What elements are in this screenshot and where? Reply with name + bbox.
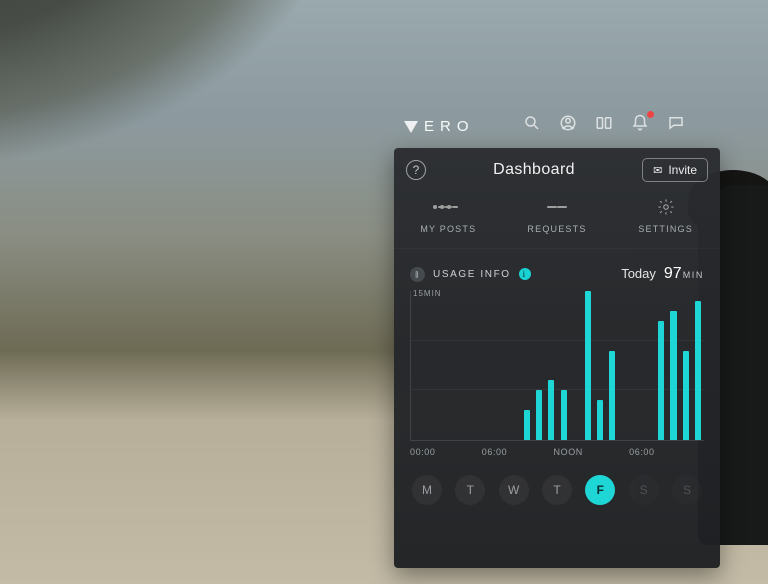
chart-bar (609, 351, 615, 440)
app-logo: ERO (404, 118, 475, 135)
search-icon[interactable] (522, 113, 542, 133)
day-picker: MTWTFSS (394, 461, 720, 505)
day-wed[interactable]: W (499, 475, 529, 505)
chart-icon: ⫾ (410, 267, 425, 282)
day-mon[interactable]: M (412, 475, 442, 505)
today-value: 97 (664, 265, 682, 282)
help-icon[interactable]: ? (406, 160, 426, 180)
chart-bar (561, 390, 567, 440)
chart-bar (597, 400, 603, 440)
day-thu[interactable]: T (542, 475, 572, 505)
invite-label: Invite (668, 163, 697, 177)
envelope-icon: ✉ (653, 164, 662, 177)
chart-bar (548, 380, 554, 440)
info-icon[interactable]: i (519, 268, 531, 280)
tab-label: REQUESTS (527, 224, 586, 234)
dashboard-tabs: MY POSTS REQUESTS SETTINGS (394, 190, 720, 249)
x-axis: 00:00 06:00 NOON 06:00 . (410, 447, 704, 457)
chart-bar (536, 390, 542, 440)
chart-bar (695, 301, 701, 440)
chat-icon[interactable] (666, 113, 686, 133)
day-sun[interactable]: S (672, 475, 702, 505)
invite-button[interactable]: ✉ Invite (642, 158, 708, 182)
usage-info-row: ⫾ USAGE INFO i Today 97MIN (394, 249, 720, 283)
profile-icon[interactable] (558, 113, 578, 133)
gear-icon (656, 198, 676, 216)
usage-today: Today 97MIN (621, 265, 704, 283)
day-sat[interactable]: S (629, 475, 659, 505)
logo-mark-icon (404, 121, 418, 133)
x-tick: NOON (554, 447, 583, 457)
sliders-icon (547, 198, 567, 216)
top-nav-icons (522, 113, 686, 133)
logo-text: ERO (424, 118, 475, 135)
tab-my-posts[interactable]: MY POSTS (395, 198, 503, 234)
chart-bar (670, 311, 676, 440)
chart-bar (585, 291, 591, 440)
dashboard-panel: ? Dashboard ✉ Invite MY POSTS REQUESTS S… (394, 148, 720, 568)
today-label: Today (621, 266, 656, 281)
tab-label: SETTINGS (638, 224, 693, 234)
tab-settings[interactable]: SETTINGS (612, 198, 720, 234)
collections-icon[interactable] (594, 113, 614, 133)
day-fri[interactable]: F (585, 475, 615, 505)
tab-requests[interactable]: REQUESTS (503, 198, 611, 234)
today-unit: MIN (683, 270, 704, 280)
usage-chart: 15MIN 00:00 06:00 NOON 06:00 . (394, 283, 720, 461)
tab-label: MY POSTS (420, 224, 476, 234)
chart-bars (411, 291, 704, 440)
x-tick: 06:00 (629, 447, 655, 457)
panel-title: Dashboard (493, 161, 575, 179)
notifications-icon[interactable] (630, 113, 650, 133)
chart-bar (524, 410, 530, 440)
day-tue[interactable]: T (455, 475, 485, 505)
usage-info-header: ⫾ USAGE INFO i (410, 267, 531, 282)
chart-bar (683, 351, 689, 440)
usage-info-label: USAGE INFO (433, 269, 511, 280)
x-tick: 00:00 (410, 447, 436, 457)
x-tick: 06:00 (482, 447, 508, 457)
notification-badge-icon (647, 111, 654, 118)
list-icon (438, 198, 458, 216)
panel-header: ? Dashboard ✉ Invite (394, 148, 720, 190)
chart-bar (658, 321, 664, 440)
